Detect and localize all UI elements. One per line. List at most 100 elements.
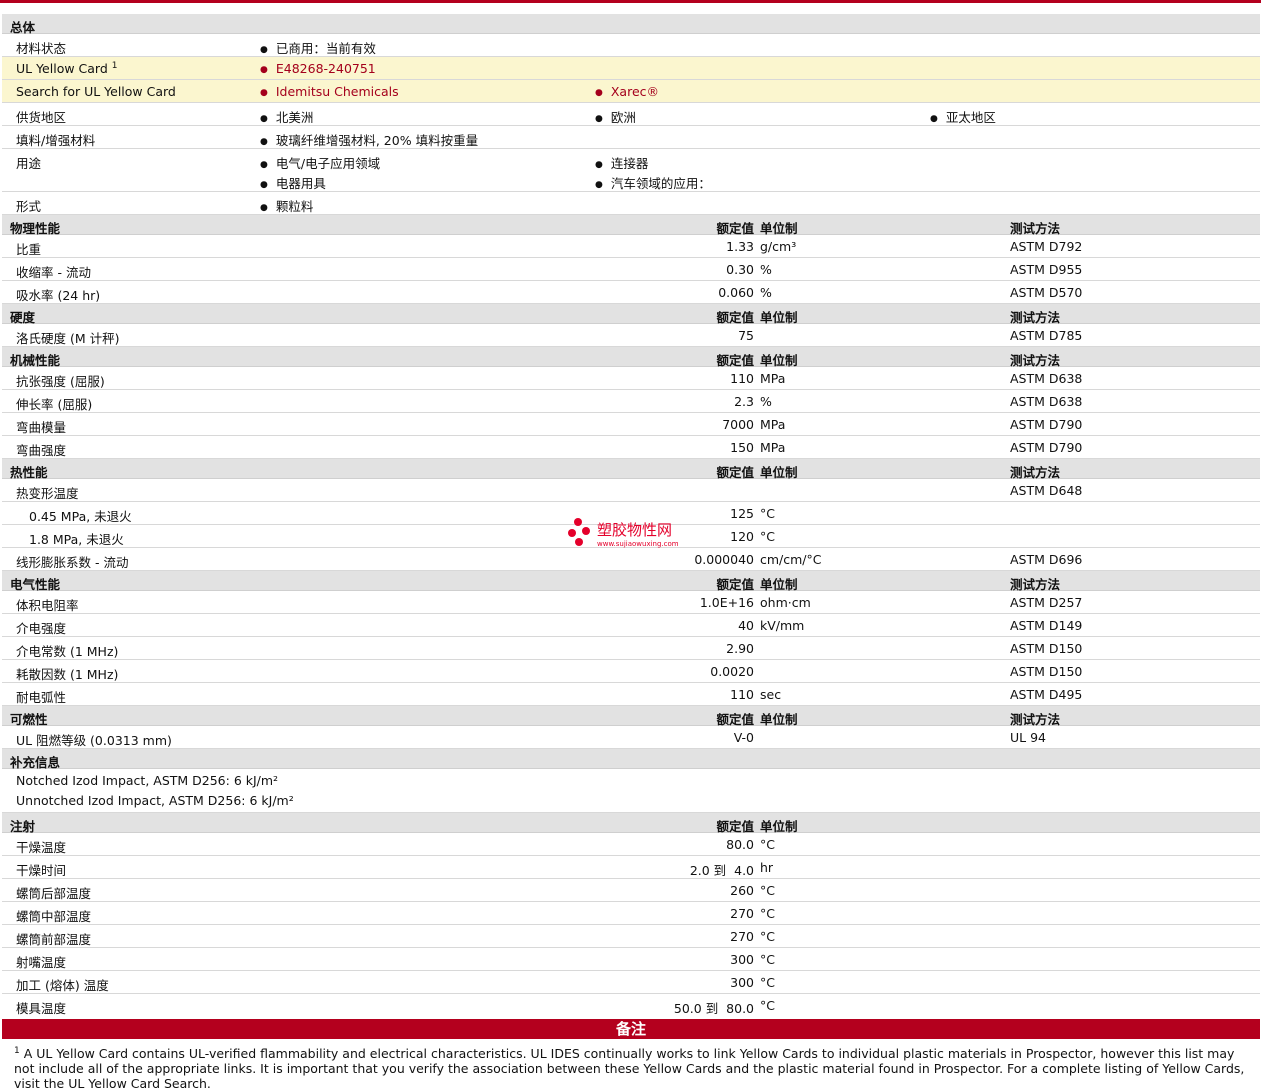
property-name: 模具温度: [16, 1001, 67, 1016]
property-value: 7000: [722, 417, 754, 432]
property-row: 模具温度 50.0 到 80.0 °C: [2, 994, 1260, 1017]
property-row: 线形膨胀系数 - 流动 0.000040 cm/cm/°C ASTM D696: [2, 548, 1260, 571]
property-value: V-0: [733, 730, 754, 745]
section-flammability-header: 可燃性 额定值 单位制 测试方法: [2, 706, 1260, 727]
property-row: 耐电弧性 110 sec ASTM D495: [2, 683, 1260, 706]
property-row: 射嘴温度 300 °C: [2, 948, 1260, 971]
property-unit: %: [760, 262, 772, 277]
property-row: 介电强度 40 kV/mm ASTM D149: [2, 614, 1260, 637]
property-value: 50.0 到 80.0: [673, 1001, 754, 1016]
property-name: 螺筒前部温度: [16, 932, 92, 947]
property-row: 耗散因数 (1 MHz) 0.0020 ASTM D150: [2, 660, 1260, 683]
property-unit: °C: [760, 529, 775, 544]
property-test: ASTM D150: [1010, 664, 1083, 679]
property-name: 加工 (熔体) 温度: [16, 978, 109, 993]
property-row: 洛氏硬度 (M 计秤) 75 ASTM D785: [2, 324, 1260, 347]
footnote-marker: 1: [14, 1046, 20, 1056]
section-general-header: 总体: [2, 14, 1260, 35]
ul-card-link[interactable]: E48268-240751: [260, 61, 376, 76]
property-name: 0.45 MPa, 未退火: [29, 509, 132, 524]
property-unit: hr: [760, 860, 774, 875]
row-ul-yellow-card: UL Yellow Card 1 E48268-240751: [2, 57, 1260, 80]
property-name: 线形膨胀系数 - 流动: [16, 555, 129, 570]
supplement-line: Unnotched Izod Impact, ASTM D256: 6 kJ/m…: [16, 793, 294, 808]
property-name: 体积电阻率: [16, 598, 79, 613]
property-row: 弯曲模量 7000 MPa ASTM D790: [2, 413, 1260, 436]
property-name: 收缩率 - 流动: [16, 265, 91, 280]
use-item: 电气/电子应用领域: [260, 153, 380, 172]
property-value: 125: [730, 506, 754, 521]
property-name: 耐电弧性: [16, 690, 67, 705]
top-accent-bar: [0, 0, 1261, 3]
row-label: 供货地区: [16, 110, 67, 125]
property-name: 吸水率 (24 hr): [16, 288, 101, 303]
property-row: 热变形温度 ASTM D648: [2, 479, 1260, 502]
property-name: 比重: [16, 242, 42, 257]
supplement-line: Notched Izod Impact, ASTM D256: 6 kJ/m²: [16, 773, 279, 788]
ul-search-link-idemitsu[interactable]: Idemitsu Chemicals: [260, 84, 399, 99]
datasheet-table: 总体 材料状态 已商用：当前有效 UL Yellow Card 1 E48268…: [2, 14, 1260, 1017]
footnote-marker: 1: [111, 61, 118, 71]
section-electrical-header: 电气性能 额定值 单位制 测试方法: [2, 571, 1260, 592]
region-item: 欧洲: [595, 107, 636, 126]
property-test: ASTM D638: [1010, 371, 1083, 386]
property-unit: MPa: [760, 440, 786, 455]
property-test: ASTM D955: [1010, 262, 1083, 277]
section-supplement-header: 补充信息: [2, 749, 1260, 770]
row-label: 用途: [16, 156, 42, 171]
notes-header: 备注: [2, 1019, 1260, 1039]
property-unit: °C: [760, 837, 775, 852]
property-name: 干燥时间: [16, 863, 67, 878]
property-row: 介电常数 (1 MHz) 2.90 ASTM D150: [2, 637, 1260, 660]
row-label: 材料状态: [16, 41, 67, 56]
row-label: 形式: [16, 199, 42, 214]
property-name: 介电强度: [16, 621, 67, 636]
section-mechanical-header: 机械性能 额定值 单位制 测试方法: [2, 347, 1260, 368]
property-name: 螺筒中部温度: [16, 909, 92, 924]
property-name: 伸长率 (屈服): [16, 397, 93, 412]
property-test: ASTM D696: [1010, 552, 1083, 567]
property-unit: ohm·cm: [760, 595, 811, 610]
property-row: 体积电阻率 1.0E+16 ohm·cm ASTM D257: [2, 591, 1260, 614]
property-unit: °C: [760, 906, 775, 921]
property-test: ASTM D792: [1010, 239, 1083, 254]
watermark-logo: 塑胶物性网 www.sujiaowuxing.com: [568, 518, 679, 548]
property-row: 螺筒前部温度 270 °C: [2, 925, 1260, 948]
property-unit: °C: [760, 998, 775, 1013]
property-row: 伸长率 (屈服) 2.3 % ASTM D638: [2, 390, 1260, 413]
property-unit: %: [760, 285, 772, 300]
section-injection-header: 注射 额定值 单位制: [2, 813, 1260, 834]
ul-card-label: UL Yellow Card: [16, 61, 108, 77]
property-name: 耗散因数 (1 MHz): [16, 667, 119, 682]
region-item: 亚太地区: [930, 107, 996, 126]
property-value: 0.30: [726, 262, 754, 277]
property-value: 120: [730, 529, 754, 544]
property-unit: g/cm³: [760, 239, 797, 254]
property-test: ASTM D570: [1010, 285, 1083, 300]
property-row: UL 阻燃等级 (0.0313 mm) V-0 UL 94: [2, 726, 1260, 749]
row-supply-region: 供货地区 北美洲 欧洲 亚太地区: [2, 103, 1260, 126]
watermark-text: 塑胶物性网: [597, 520, 673, 539]
property-unit: kV/mm: [760, 618, 805, 633]
property-unit: sec: [760, 687, 782, 702]
property-value: 300: [730, 952, 754, 967]
property-name: 1.8 MPa, 未退火: [29, 532, 124, 547]
property-value: 260: [730, 883, 754, 898]
property-row: 螺筒中部温度 270 °C: [2, 902, 1260, 925]
property-value: 40: [738, 618, 754, 633]
property-row: 螺筒后部温度 260 °C: [2, 879, 1260, 902]
ul-search-link-xarec[interactable]: Xarec®: [595, 84, 659, 99]
use-item: 连接器: [595, 153, 649, 172]
watermark-dots-icon: [568, 518, 594, 548]
property-row: 干燥时间 2.0 到 4.0 hr: [2, 856, 1260, 879]
property-row: 吸水率 (24 hr) 0.060 % ASTM D570: [2, 281, 1260, 304]
row-label: UL Yellow Card 1: [16, 61, 118, 76]
supplement-row: Notched Izod Impact, ASTM D256: 6 kJ/m² …: [2, 769, 1260, 813]
property-name: 介电常数 (1 MHz): [16, 644, 119, 659]
property-name: 螺筒后部温度: [16, 886, 92, 901]
property-name: 弯曲模量: [16, 420, 67, 435]
property-value: 0.000040: [694, 552, 754, 567]
property-test: ASTM D149: [1010, 618, 1083, 633]
property-name: UL 阻燃等级 (0.0313 mm): [16, 733, 172, 748]
property-unit: %: [760, 394, 772, 409]
